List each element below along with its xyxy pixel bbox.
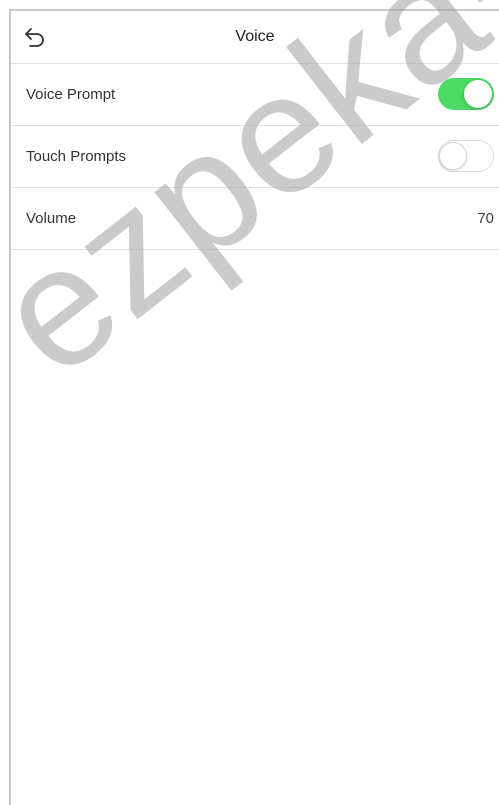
toggle-knob [464, 80, 492, 108]
setting-label: Voice Prompt [26, 86, 116, 103]
volume-value: 70 [477, 210, 494, 227]
voice-settings-screen: Voice Voice Prompt Touch Prompts Volume … [0, 0, 499, 805]
page-title: Voice [235, 28, 275, 45]
header-bar: Voice [11, 11, 499, 64]
touch-prompts-toggle[interactable] [438, 140, 494, 172]
setting-label: Volume [26, 210, 77, 227]
setting-row-touch-prompts[interactable]: Touch Prompts [11, 126, 499, 188]
settings-list: Voice Prompt Touch Prompts Volume 70 [11, 64, 499, 250]
voice-prompt-toggle[interactable] [438, 78, 494, 110]
setting-label: Touch Prompts [26, 148, 127, 165]
toggle-knob [439, 141, 467, 170]
setting-row-volume[interactable]: Volume 70 [11, 188, 499, 250]
setting-row-voice-prompt[interactable]: Voice Prompt [11, 64, 499, 126]
